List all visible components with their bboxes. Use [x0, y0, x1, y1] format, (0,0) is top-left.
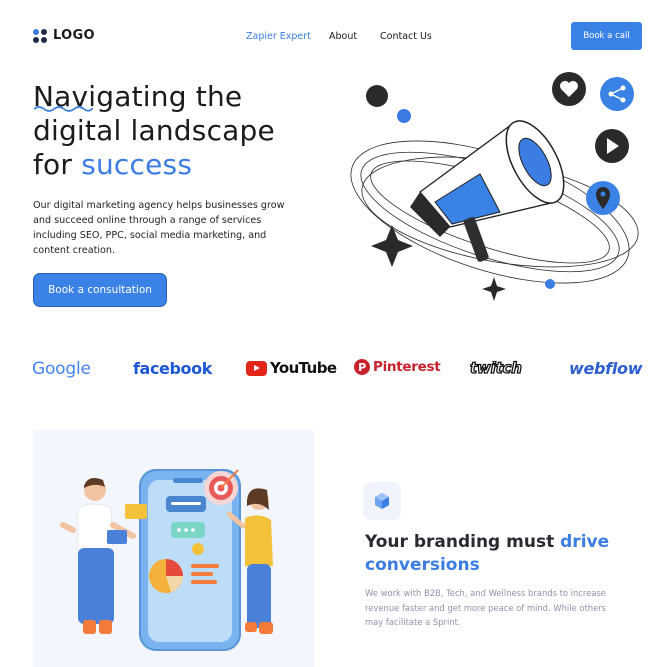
location-pin-icon: [586, 181, 620, 215]
branding-illustration-card: [33, 430, 314, 667]
book-a-call-button[interactable]: Book a call: [571, 22, 642, 50]
brand-youtube-text: YouTube: [270, 359, 337, 377]
nav-link-about[interactable]: About: [329, 31, 357, 42]
logo-dots-icon: [33, 28, 47, 43]
brand-logos-row: Google facebook YouTube P Pinterest twit…: [0, 355, 672, 385]
pinterest-p-icon: P: [354, 359, 370, 375]
sparkle-icon: [371, 225, 413, 267]
brand-twitch: twitch: [469, 358, 522, 377]
squiggle-underline-icon: [33, 106, 93, 112]
heart-icon: [552, 72, 586, 106]
branding-title-accent-1: drive: [560, 532, 610, 552]
brand-google: Google: [32, 359, 91, 379]
hero-description: Our digital marketing agency helps busin…: [33, 200, 285, 256]
brand-facebook: facebook: [133, 359, 212, 378]
hero-title-line-2: digital landscape: [33, 114, 275, 147]
cube-icon: [375, 493, 389, 509]
cube-badge: [363, 482, 401, 520]
hero-title: Navigating the digital landscape for suc…: [33, 80, 275, 182]
logo-text: LOGO: [53, 28, 95, 43]
brand-youtube: YouTube: [246, 359, 337, 377]
megaphone-illustration: [350, 72, 639, 301]
hero-title-accent: success: [81, 148, 193, 181]
play-icon: [595, 129, 629, 163]
branding-section-description: We work with B2B, Tech, and Wellness bra…: [365, 588, 607, 627]
book-consultation-button[interactable]: Book a consultation: [33, 273, 167, 307]
hero-title-line-3-prefix: for: [33, 148, 82, 181]
branding-title-prefix: Your branding must: [365, 532, 561, 552]
brand-pinterest-text: Pinterest: [373, 359, 441, 375]
share-icon: [600, 77, 634, 111]
nav-link-contact-us[interactable]: Contact Us: [380, 31, 432, 42]
brand-google-text: Google: [32, 359, 91, 379]
branding-section-title: Your branding must drive conversions: [365, 531, 645, 577]
team-phone-illustration: [60, 469, 273, 651]
megaphone-icon: [410, 120, 565, 262]
brand-webflow: webflow: [569, 359, 643, 378]
nav-link-zapier-expert[interactable]: Zapier Expert: [246, 31, 311, 42]
branding-title-accent-2: conversions: [365, 555, 480, 575]
brand-pinterest: P Pinterest: [354, 359, 441, 375]
logo[interactable]: LOGO: [33, 28, 95, 43]
sparkle-small-icon: [482, 277, 506, 301]
youtube-play-icon: [246, 360, 267, 376]
